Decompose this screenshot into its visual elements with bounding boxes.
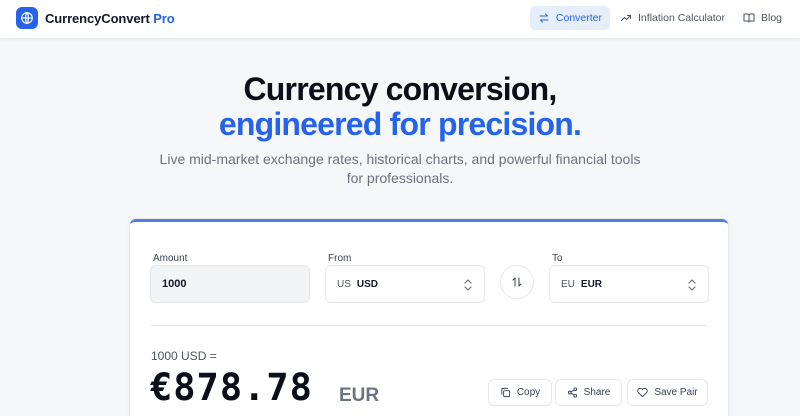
share-icon: [567, 387, 577, 398]
save-pair-label: Save Pair: [654, 387, 698, 398]
amount-label: Amount: [153, 253, 188, 264]
hero-title-accent: engineered for precision.: [218, 106, 582, 142]
nav-converter[interactable]: Converter: [529, 6, 611, 30]
trending-up-icon: [620, 12, 632, 24]
card-divider: [151, 325, 707, 326]
from-flag: US: [337, 278, 351, 290]
heart-icon: [637, 387, 649, 398]
book-icon: [743, 12, 755, 24]
share-button[interactable]: Share: [555, 379, 622, 406]
copy-icon: [501, 387, 510, 398]
hero-title: Currency conversion,: [243, 71, 557, 107]
nav-inflation-label: Inflation Calculator: [638, 12, 725, 24]
share-label: Share: [583, 387, 611, 398]
nav-blog[interactable]: Blog: [735, 6, 790, 30]
brand-link[interactable]: CurrencyConvert Pro: [16, 7, 175, 29]
brand-pro-suffix: Pro: [153, 10, 175, 26]
result-value: €878.78: [150, 366, 313, 409]
chevron-updown-icon: [688, 279, 696, 291]
from-label: From: [328, 253, 352, 264]
to-code: EUR: [580, 278, 603, 290]
copy-label: Copy: [516, 387, 541, 398]
swap-vertical-icon: [512, 277, 522, 287]
to-label: To: [552, 253, 563, 264]
from-currency-select[interactable]: US USD: [325, 265, 485, 303]
to-flag: EU: [561, 278, 575, 290]
nav-blog-label: Blog: [760, 12, 782, 24]
hero-subtitle: Live mid-market exchange rates, historic…: [159, 151, 641, 186]
globe-icon: [16, 7, 38, 29]
result-label: 1000 USD =: [151, 349, 217, 363]
converter-card: Amount From US USD To EU EUR 1000 USD = …: [130, 219, 728, 416]
to-currency-select[interactable]: EU EUR: [549, 265, 709, 303]
swap-icon: [538, 12, 550, 24]
copy-button[interactable]: Copy: [488, 379, 552, 406]
nav-converter-label: Converter: [555, 12, 603, 24]
from-code: USD: [356, 278, 379, 290]
amount-input[interactable]: [151, 278, 309, 290]
top-navbar: CurrencyConvert Pro Converter Inflation …: [0, 0, 800, 39]
swap-currencies-button[interactable]: [500, 265, 534, 299]
save-pair-button[interactable]: Save Pair: [627, 379, 708, 406]
main-nav: Converter Inflation Calculator Blog: [529, 6, 790, 30]
nav-inflation-calculator[interactable]: Inflation Calculator: [612, 6, 733, 30]
result-currency-code: EUR: [339, 385, 380, 406]
brand-name: CurrencyConvert Pro: [45, 10, 175, 26]
chevron-updown-icon: [464, 279, 472, 291]
amount-field[interactable]: [150, 265, 310, 303]
